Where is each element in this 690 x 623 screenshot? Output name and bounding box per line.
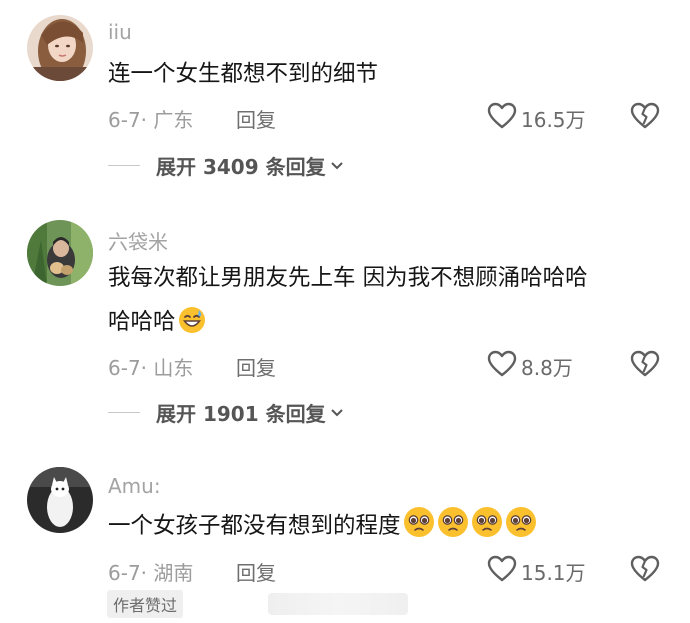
- comment-text-line-with-emoji: 哈哈哈: [108, 300, 588, 349]
- grinning-sweat-emoji: [178, 305, 206, 349]
- dislike-button[interactable]: [630, 555, 660, 587]
- comment-text-line: 哈哈哈: [108, 309, 176, 335]
- dislike-button[interactable]: [630, 350, 660, 382]
- pleading-face-emoji: [437, 506, 469, 553]
- date-location: 6-7· 广东: [108, 108, 194, 132]
- pleading-face-emoji: [403, 506, 435, 553]
- chevron-down-icon: [330, 403, 344, 422]
- watermark: [268, 593, 408, 615]
- date-location: 6-7· 山东: [108, 356, 194, 380]
- comment-list: iiu 连一个女生都想不到的细节 6-7· 广东 回复 16.5万 展开 340…: [0, 0, 690, 623]
- broken-heart-icon: [630, 102, 660, 134]
- like-button[interactable]: 15.1万: [487, 555, 586, 587]
- comment-text: 连一个女生都想不到的细节: [108, 52, 378, 96]
- like-count: 8.8万: [521, 355, 573, 380]
- avatar[interactable]: [27, 15, 93, 81]
- comment-text: 我每次都让男朋友先上车 因为我不想顾涌哈哈哈 哈哈哈: [108, 256, 588, 349]
- like-button[interactable]: 16.5万: [487, 102, 586, 134]
- username[interactable]: iiu: [108, 20, 132, 44]
- comment-text-line: 连一个女生都想不到的细节: [108, 61, 379, 87]
- chevron-down-icon: [330, 156, 344, 175]
- expand-replies-button[interactable]: 展开 3409 条回复: [108, 151, 344, 180]
- reply-button[interactable]: 回复: [236, 104, 276, 133]
- heart-outline-icon: [487, 102, 517, 134]
- username[interactable]: 六袋米: [108, 226, 168, 255]
- divider-line: [108, 164, 140, 167]
- expand-replies-label: 展开 1901 条回复: [156, 402, 326, 426]
- like-count: 15.1万: [521, 560, 586, 585]
- dislike-button[interactable]: [630, 102, 660, 134]
- expand-replies-label: 展开 3409 条回复: [156, 155, 326, 179]
- like-count: 16.5万: [521, 107, 586, 132]
- comment-text-line: 一个女孩子都没有想到的程度: [108, 513, 401, 539]
- broken-heart-icon: [630, 555, 660, 587]
- heart-outline-icon: [487, 350, 517, 382]
- divider-line: [108, 411, 140, 414]
- username[interactable]: Amu:: [108, 474, 161, 498]
- reply-button[interactable]: 回复: [236, 557, 276, 586]
- date-location: 6-7· 湖南: [108, 561, 194, 585]
- avatar[interactable]: [27, 220, 93, 286]
- expand-replies-button[interactable]: 展开 1901 条回复: [108, 398, 344, 427]
- like-button[interactable]: 8.8万: [487, 350, 573, 382]
- author-liked-badge: 作者赞过: [107, 590, 184, 618]
- pleading-face-emoji: [505, 506, 537, 553]
- avatar[interactable]: [27, 467, 93, 533]
- reply-button[interactable]: 回复: [236, 352, 276, 381]
- pleading-face-emoji: [471, 506, 503, 553]
- heart-outline-icon: [487, 555, 517, 587]
- broken-heart-icon: [630, 350, 660, 382]
- comment-text: 一个女孩子都没有想到的程度: [108, 504, 537, 553]
- comment-text-line: 我每次都让男朋友先上车 因为我不想顾涌哈哈哈: [108, 265, 588, 291]
